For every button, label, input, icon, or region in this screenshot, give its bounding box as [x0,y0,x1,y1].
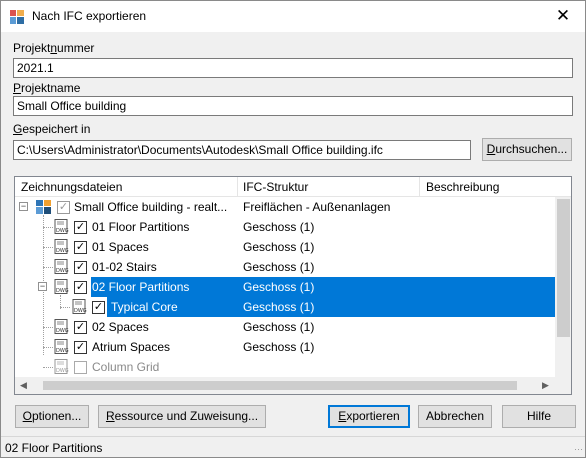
svg-text:DWG: DWG [56,268,69,274]
title-bar: Nach IFC exportieren ✕ [1,1,585,32]
scroll-corner [555,377,571,394]
svg-text:DWG: DWG [56,328,69,334]
export-ifc-dialog: Nach IFC exportieren ✕ Projektnummer 202… [0,0,586,458]
row-checkbox[interactable]: ✓ [74,241,87,254]
row-name: Atrium Spaces [92,340,171,354]
row-name: 01-02 Stairs [92,260,157,274]
svg-text:DWG: DWG [56,228,69,234]
dwg-file-icon: DWG [54,319,69,334]
svg-text:DWG: DWG [56,348,69,354]
dwg-file-icon: DWG [54,219,69,234]
dwg-file-icon: DWG [54,259,69,274]
tree-header: Zeichnungsdateien IFC-Struktur Beschreib… [15,177,571,197]
collapse-icon[interactable]: − [19,202,28,211]
dwg-file-icon: DWG [54,239,69,254]
row-ifc-structure: Geschoss (1) [243,340,315,354]
row-checkbox[interactable]: ✓ [92,301,105,314]
close-icon: ✕ [555,6,571,25]
options-button[interactable]: Optionen... [15,405,89,428]
help-button[interactable]: Hilfe [502,405,576,428]
row-ifc-structure: Freiflächen - Außenanlagen [243,200,391,214]
row-checkbox[interactable]: ✓ [74,341,87,354]
window-title: Nach IFC exportieren [32,9,147,23]
svg-text:DWG: DWG [56,368,69,374]
project-name-field[interactable]: Small Office building [13,96,573,116]
tree-row[interactable]: DWG ✓ 01-02 Stairs Geschoss (1) [15,257,555,277]
row-checkbox[interactable]: ✓ [57,201,70,214]
horizontal-scroll-thumb[interactable] [43,381,517,390]
column-header-description[interactable]: Beschreibung [426,180,499,194]
horizontal-scrollbar[interactable]: ◀ ▶ [15,377,555,394]
resize-grip-icon[interactable]: ⋯ [574,444,583,455]
drawing-files-tree[interactable]: Zeichnungsdateien IFC-Struktur Beschreib… [14,176,572,395]
dwg-file-icon: DWG [54,339,69,354]
saved-in-label: Gespeichert in [13,122,91,136]
tree-row[interactable]: DWG ✓ 02 Spaces Geschoss (1) [15,317,555,337]
row-name: 02 Floor Partitions [92,280,190,294]
row-ifc-structure: Geschoss (1) [243,260,315,274]
dwg-file-icon: DWG [54,279,69,294]
close-button[interactable]: ✕ [541,1,585,31]
tree-row[interactable]: − ✓ Small Office building - realt... Fre… [15,197,555,217]
svg-text:DWG: DWG [74,308,87,314]
tree-row[interactable]: DWG Column Grid [15,357,555,377]
row-ifc-structure: Geschoss (1) [243,280,315,294]
row-checkbox[interactable]: ✓ [74,261,87,274]
tree-row-selected[interactable]: − DWG ✓ 02 Floor Partitions Geschoss (1) [15,277,555,297]
browse-button[interactable]: Durchsuchen... [482,138,572,161]
tree-row[interactable]: DWG ✓ 01 Floor Partitions Geschoss (1) [15,217,555,237]
collapse-icon[interactable]: − [38,282,47,291]
dwg-file-icon: DWG [54,359,69,374]
status-bar: 02 Floor Partitions ⋯ [1,436,585,457]
svg-text:DWG: DWG [56,248,69,254]
column-header-ifc-structure[interactable]: IFC-Struktur [243,180,308,194]
row-name: 02 Spaces [92,320,149,334]
resource-assignment-button[interactable]: Ressource und Zuweisung... [98,405,266,428]
vertical-scroll-thumb[interactable] [557,199,570,337]
cancel-button[interactable]: Abbrechen [418,405,492,428]
project-number-label: Projektnummer [13,41,95,55]
column-header-drawing-files[interactable]: Zeichnungsdateien [21,180,122,194]
dwg-file-icon: DWG [72,299,87,314]
row-checkbox[interactable]: ✓ [74,281,87,294]
save-path-field[interactable]: C:\Users\Administrator\Documents\Autodes… [13,140,471,160]
project-name-label: Projektname [13,81,81,95]
row-checkbox[interactable]: ✓ [74,321,87,334]
row-name: 01 Floor Partitions [92,220,190,234]
row-ifc-structure: Geschoss (1) [243,320,315,334]
vertical-scrollbar[interactable] [555,197,571,377]
building-icon [36,200,51,214]
svg-text:DWG: DWG [56,288,69,294]
scroll-right-icon[interactable]: ▶ [542,380,549,391]
row-name: Typical Core [111,300,178,314]
row-ifc-structure: Geschoss (1) [243,240,315,254]
row-ifc-structure: Geschoss (1) [243,220,315,234]
row-checkbox[interactable]: ✓ [74,221,87,234]
tree-row[interactable]: DWG ✓ Atrium Spaces Geschoss (1) [15,337,555,357]
row-name: 01 Spaces [92,240,149,254]
tree-row-selected[interactable]: DWG ✓ Typical Core Geschoss (1) [15,297,555,317]
scroll-left-icon[interactable]: ◀ [20,380,27,391]
export-button[interactable]: Exportieren [328,405,410,428]
row-name: Small Office building - realt... [74,200,228,214]
app-icon [10,10,24,24]
tree-row[interactable]: DWG ✓ 01 Spaces Geschoss (1) [15,237,555,257]
status-text: 02 Floor Partitions [5,441,103,455]
row-name: Column Grid [92,360,160,374]
project-number-field[interactable]: 2021.1 [13,58,573,78]
row-ifc-structure: Geschoss (1) [243,300,315,314]
row-checkbox[interactable] [74,361,87,374]
